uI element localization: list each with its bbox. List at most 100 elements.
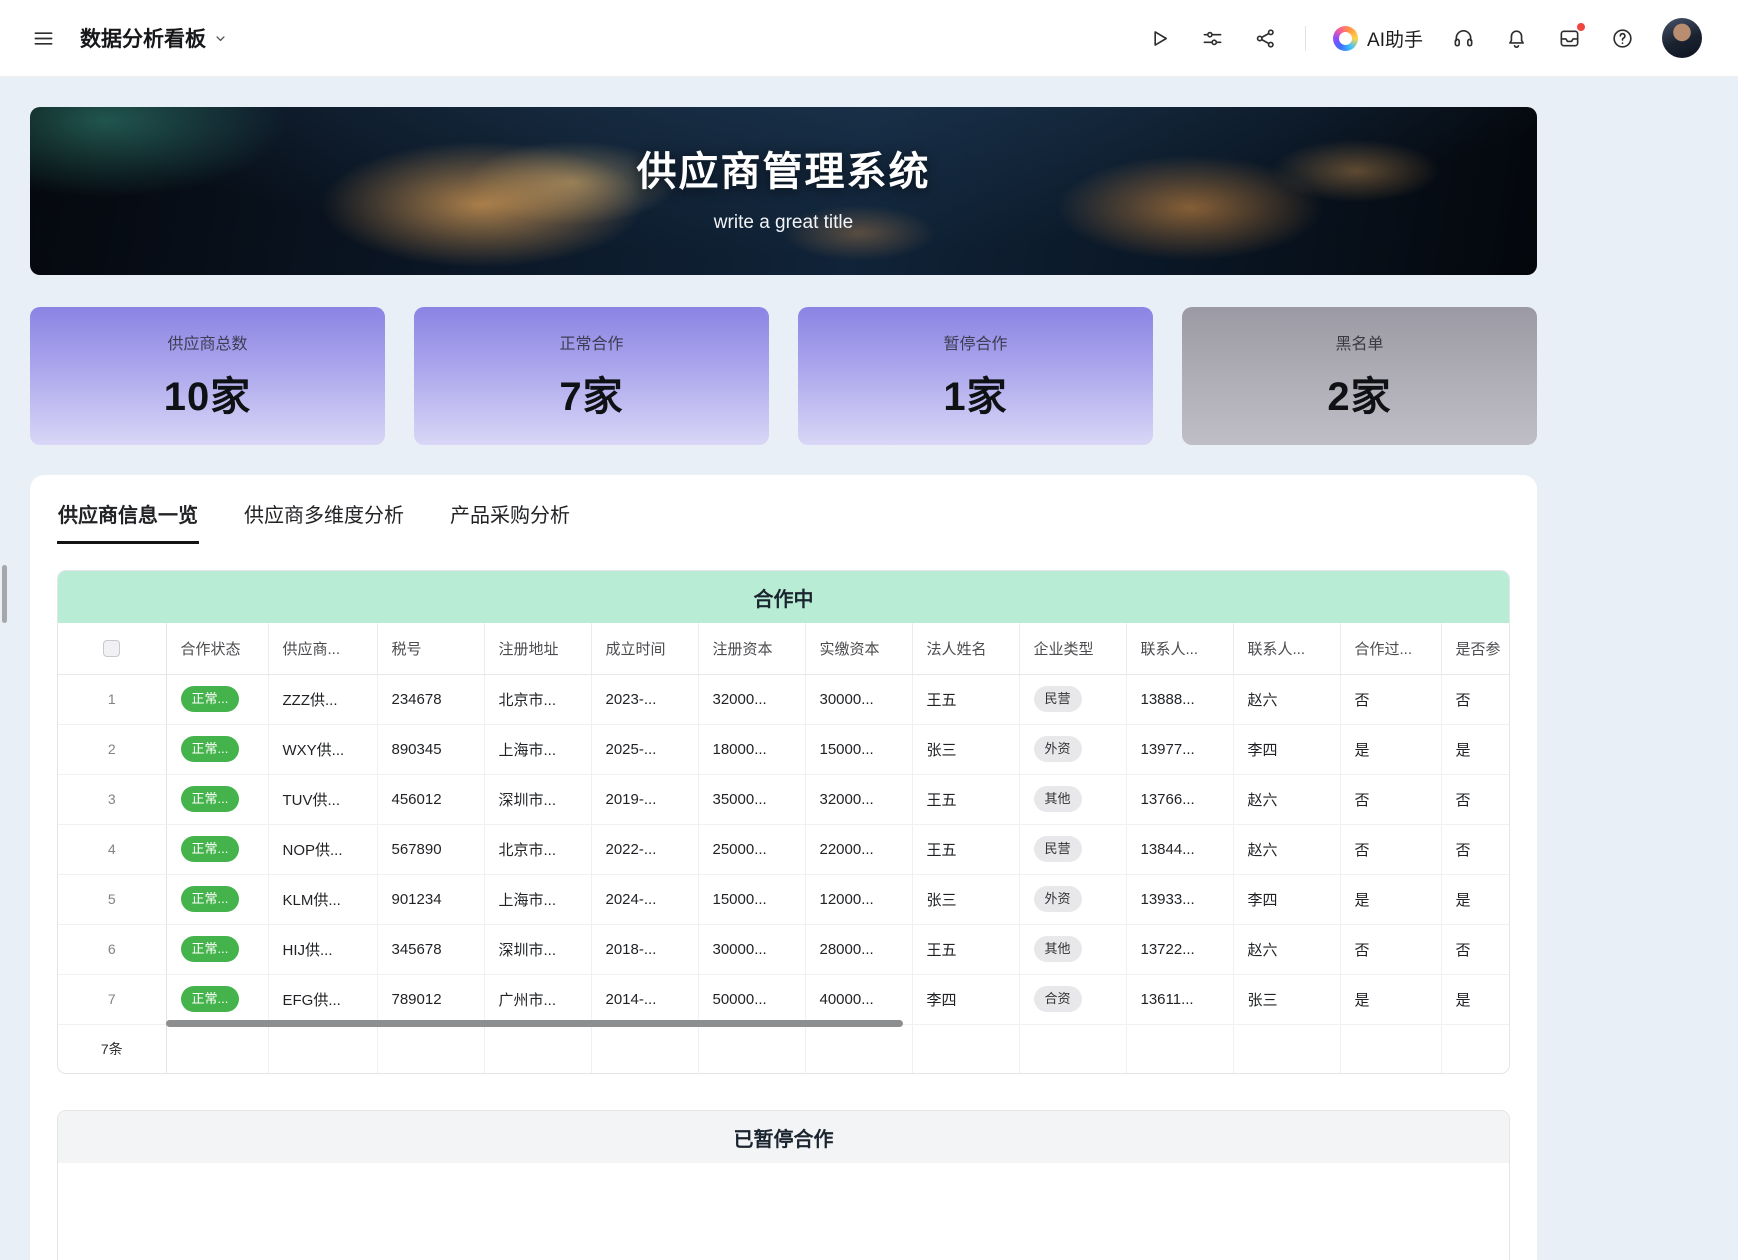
- cell: 789012: [377, 974, 484, 1024]
- table-row[interactable]: 6正常...HIJ供...345678深圳市...2018-...30000..…: [58, 924, 1509, 974]
- ai-logo-icon: [1333, 26, 1358, 51]
- inbox-icon[interactable]: [1556, 25, 1582, 51]
- column-header[interactable]: 注册资本: [698, 623, 805, 674]
- stat-card-4[interactable]: 黑名单2家: [1182, 307, 1537, 445]
- cell: 李四: [1233, 874, 1340, 924]
- column-header[interactable]: 注册地址: [484, 623, 591, 674]
- status-badge: 正常...: [181, 836, 240, 862]
- tab-3[interactable]: 产品采购分析: [449, 491, 571, 544]
- cooperating-table-card: 合作中 合作状态供应商...税号注册地址成立时间注册资本实缴资本法人姓名企业类型…: [57, 570, 1510, 1074]
- cell: [166, 1024, 268, 1073]
- cell: 890345: [377, 724, 484, 774]
- status-badge: 正常...: [181, 786, 240, 812]
- cell: 否: [1340, 774, 1441, 824]
- cell: [912, 1024, 1019, 1073]
- cell: 否: [1441, 774, 1509, 824]
- vertical-scrollbar[interactable]: [2, 565, 7, 623]
- cell: 2019-...: [591, 774, 698, 824]
- status-badge: 正常...: [181, 686, 240, 712]
- help-icon[interactable]: [1609, 25, 1635, 51]
- status-cell: 正常...: [166, 674, 268, 724]
- cell: 是: [1340, 874, 1441, 924]
- column-header[interactable]: 合作过...: [1340, 623, 1441, 674]
- cooperating-table: 合作状态供应商...税号注册地址成立时间注册资本实缴资本法人姓名企业类型联系人.…: [58, 623, 1509, 1073]
- column-header[interactable]: 联系人...: [1126, 623, 1233, 674]
- stat-card-2[interactable]: 正常合作7家: [414, 307, 769, 445]
- table-row[interactable]: 7正常...EFG供...789012广州市...2014-...50000..…: [58, 974, 1509, 1024]
- hero-banner[interactable]: 供应商管理系统 write a great title: [30, 107, 1537, 275]
- sliders-icon[interactable]: [1199, 25, 1225, 51]
- stat-value: 2家: [1327, 364, 1391, 422]
- stat-label: 暂停合作: [943, 330, 1007, 354]
- cell: 18000...: [698, 724, 805, 774]
- tab-1[interactable]: 供应商信息一览: [57, 491, 199, 544]
- cell: 赵六: [1233, 924, 1340, 974]
- column-header[interactable]: 实缴资本: [805, 623, 912, 674]
- cell: 上海市...: [484, 874, 591, 924]
- column-header[interactable]: 合作状态: [166, 623, 268, 674]
- table-row[interactable]: 4正常...NOP供...567890北京市...2022-...25000..…: [58, 824, 1509, 874]
- cell: 李四: [1233, 724, 1340, 774]
- cell: [1340, 1024, 1441, 1073]
- cell: 13977...: [1126, 724, 1233, 774]
- company-type-cell: 民营: [1019, 674, 1126, 724]
- cell: 12000...: [805, 874, 912, 924]
- row-number: 3: [58, 774, 166, 824]
- suspended-table-card: 已暂停合作: [57, 1110, 1510, 1260]
- select-all-checkbox[interactable]: [103, 640, 120, 657]
- cell: ZZZ供...: [268, 674, 377, 724]
- chevron-down-icon: [213, 31, 228, 46]
- table-row[interactable]: 5正常...KLM供...901234上海市...2024-...15000..…: [58, 874, 1509, 924]
- cell: 赵六: [1233, 774, 1340, 824]
- cell: [1441, 1024, 1509, 1073]
- bell-icon[interactable]: [1503, 25, 1529, 51]
- cell: 13611...: [1126, 974, 1233, 1024]
- cell: NOP供...: [268, 824, 377, 874]
- cell: 32000...: [698, 674, 805, 724]
- cell: 901234: [377, 874, 484, 924]
- row-number: 7: [58, 974, 166, 1024]
- stat-card-3[interactable]: 暂停合作1家: [798, 307, 1153, 445]
- row-number: 5: [58, 874, 166, 924]
- cell: 赵六: [1233, 824, 1340, 874]
- column-header[interactable]: 企业类型: [1019, 623, 1126, 674]
- play-icon[interactable]: [1146, 25, 1172, 51]
- stat-value: 10家: [164, 364, 252, 422]
- company-type-cell: 外资: [1019, 874, 1126, 924]
- board-title[interactable]: 数据分析看板: [80, 23, 228, 53]
- supplier-panel: 供应商信息一览供应商多维度分析产品采购分析 合作中 合作状态供应商...税号注册…: [30, 475, 1537, 1260]
- tab-2[interactable]: 供应商多维度分析: [243, 491, 405, 544]
- column-header[interactable]: 供应商...: [268, 623, 377, 674]
- column-header[interactable]: 联系人...: [1233, 623, 1340, 674]
- column-header[interactable]: 法人姓名: [912, 623, 1019, 674]
- cell: 2018-...: [591, 924, 698, 974]
- cell: 北京市...: [484, 674, 591, 724]
- cell: 35000...: [698, 774, 805, 824]
- ai-assistant-button[interactable]: AI助手: [1333, 25, 1423, 52]
- table-row[interactable]: 1正常...ZZZ供...234678北京市...2023-...32000..…: [58, 674, 1509, 724]
- table-row[interactable]: 3正常...TUV供...456012深圳市...2019-...35000..…: [58, 774, 1509, 824]
- notification-dot: [1576, 22, 1586, 32]
- table-row[interactable]: 2正常...WXY供...890345上海市...2025-...18000..…: [58, 724, 1509, 774]
- cell: 15000...: [698, 874, 805, 924]
- column-header[interactable]: 是否参: [1441, 623, 1509, 674]
- cell: 王五: [912, 774, 1019, 824]
- cell: 赵六: [1233, 674, 1340, 724]
- avatar[interactable]: [1662, 18, 1702, 58]
- status-badge: 正常...: [181, 936, 240, 962]
- cell: 是: [1441, 724, 1509, 774]
- share-icon[interactable]: [1252, 25, 1278, 51]
- cell: [698, 1024, 805, 1073]
- cell: 345678: [377, 924, 484, 974]
- column-header[interactable]: 成立时间: [591, 623, 698, 674]
- cell: 567890: [377, 824, 484, 874]
- column-header[interactable]: 税号: [377, 623, 484, 674]
- stat-card-1[interactable]: 供应商总数10家: [30, 307, 385, 445]
- row-number: 1: [58, 674, 166, 724]
- horizontal-scrollbar[interactable]: [166, 1020, 903, 1027]
- cell: 广州市...: [484, 974, 591, 1024]
- cell: 40000...: [805, 974, 912, 1024]
- menu-icon[interactable]: [30, 25, 56, 51]
- headset-icon[interactable]: [1450, 25, 1476, 51]
- cell: [268, 1024, 377, 1073]
